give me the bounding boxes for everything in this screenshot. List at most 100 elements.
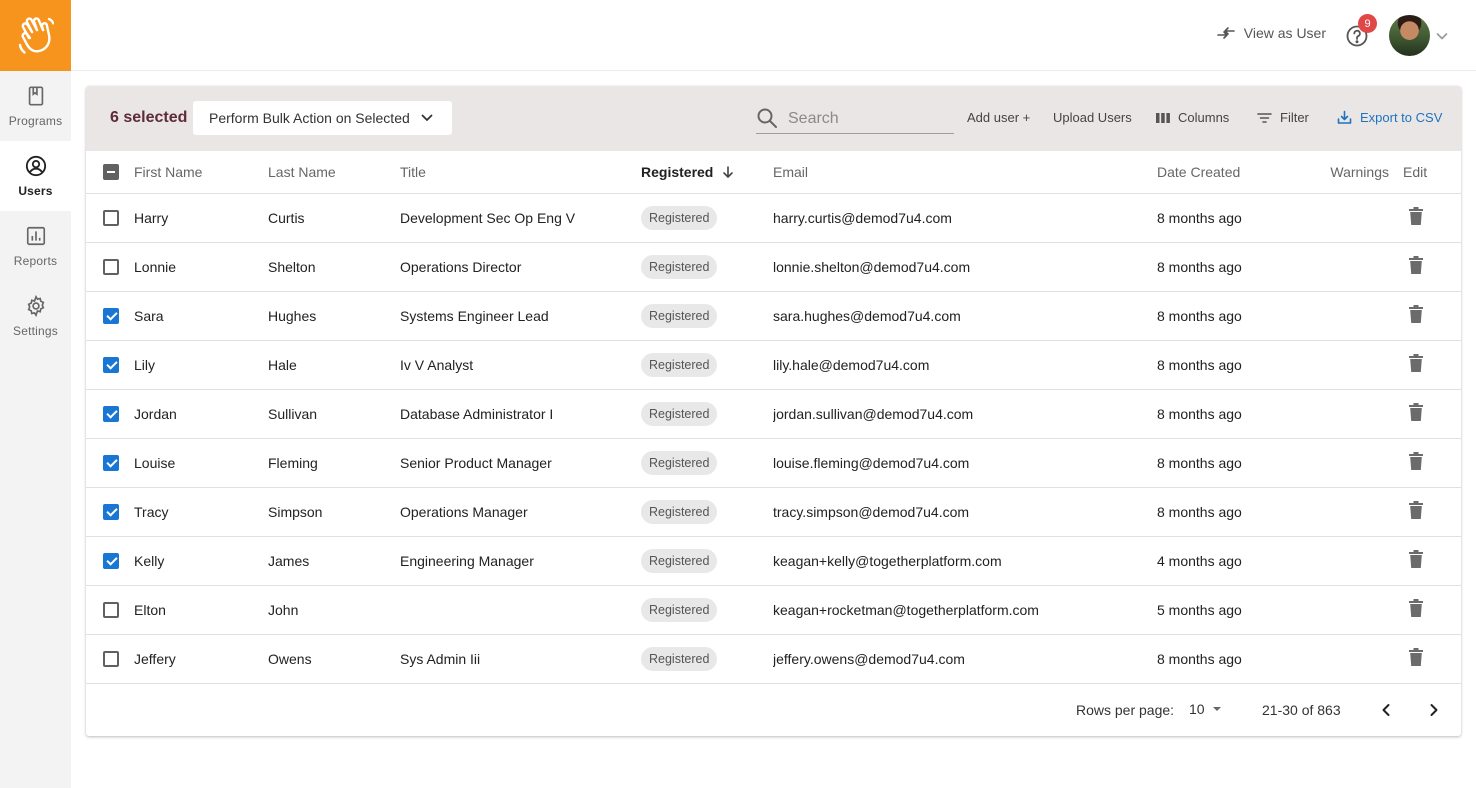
status-badge: Registered — [641, 597, 718, 622]
sidebar-item-users[interactable]: Users — [0, 141, 71, 211]
cell-date-created: 8 months ago — [1157, 634, 1309, 684]
row-select-cell — [86, 585, 134, 635]
help-button[interactable]: 9 — [1345, 14, 1377, 48]
row-checkbox[interactable] — [103, 308, 119, 325]
row-checkbox[interactable] — [103, 406, 119, 423]
row-checkbox[interactable] — [103, 504, 119, 521]
rows-per-page-value: 10 — [1189, 700, 1205, 717]
row-checkbox[interactable] — [103, 259, 119, 276]
cell-last-name: James — [268, 536, 400, 586]
cell-title: Engineering Manager — [400, 536, 641, 586]
row-checkbox[interactable] — [103, 357, 119, 374]
selected-count: 6 selected — [110, 109, 188, 126]
cell-edit — [1393, 242, 1461, 292]
column-header-title[interactable]: Title — [400, 151, 641, 194]
table-row[interactable]: Harry Curtis Development Sec Op Eng V Regis… — [86, 193, 1461, 243]
export-csv-button[interactable]: Export to CSV — [1337, 110, 1442, 125]
filter-label: Filter — [1280, 110, 1309, 125]
column-header-registered[interactable]: Registered — [641, 151, 773, 194]
trash-icon[interactable] — [1409, 256, 1423, 277]
table-row[interactable]: Elton John Registered keagan+rocketman@toge… — [86, 585, 1461, 635]
pagination-range: 21-30 of 863 — [1262, 701, 1341, 718]
add-user-button[interactable]: Add user + — [967, 110, 1030, 125]
cell-date-created: 8 months ago — [1157, 438, 1309, 488]
table-row[interactable]: Jordan Sullivan Database Administrator I Re… — [86, 389, 1461, 439]
cell-warnings — [1309, 291, 1393, 341]
table-row[interactable]: Lily Hale Iv V Analyst Registered lily.hale@… — [86, 340, 1461, 390]
trash-icon[interactable] — [1409, 550, 1423, 571]
cell-registered: Registered — [641, 193, 773, 243]
cell-edit — [1393, 389, 1461, 439]
cell-last-name: Sullivan — [268, 389, 400, 439]
row-checkbox[interactable] — [103, 602, 119, 619]
status-badge: Registered — [641, 205, 718, 230]
column-header-warnings: Warnings — [1309, 151, 1393, 194]
table-row[interactable]: Louise Fleming Senior Product Manager Regis… — [86, 438, 1461, 488]
table-row[interactable]: Jeffery Owens Sys Admin Iii Registered jeffe… — [86, 634, 1461, 684]
column-header-date-created[interactable]: Date Created — [1157, 151, 1309, 194]
row-checkbox[interactable] — [103, 553, 119, 570]
cell-warnings — [1309, 438, 1393, 488]
table-row[interactable]: Sara Hughes Systems Engineer Lead Registere… — [86, 291, 1461, 341]
row-select-cell — [86, 438, 134, 488]
table-row[interactable]: Lonnie Shelton Operations Director Register… — [86, 242, 1461, 292]
cell-last-name: Owens — [268, 634, 400, 684]
filter-button[interactable]: Filter — [1257, 110, 1309, 125]
cell-email: jordan.sullivan@demod7u4.com — [773, 389, 1157, 439]
cell-first-name: Lonnie — [134, 242, 268, 292]
cell-email: sara.hughes@demod7u4.com — [773, 291, 1157, 341]
column-header-email[interactable]: Email — [773, 151, 1157, 194]
cell-edit — [1393, 340, 1461, 390]
table-row[interactable]: Tracy Simpson Operations Manager Registered… — [86, 487, 1461, 537]
sidebar-item-reports[interactable]: Reports — [0, 211, 71, 281]
cell-last-name: Hale — [268, 340, 400, 390]
row-checkbox[interactable] — [103, 455, 119, 472]
logo[interactable] — [0, 0, 71, 71]
trash-icon[interactable] — [1409, 599, 1423, 620]
table-row[interactable]: Kelly James Engineering Manager Registered k… — [86, 536, 1461, 586]
select-all-checkbox[interactable] — [103, 164, 119, 181]
cell-date-created: 8 months ago — [1157, 291, 1309, 341]
arrow-down-icon — [723, 165, 734, 178]
trash-icon[interactable] — [1409, 452, 1423, 473]
top-bar: View as User 9 — [71, 0, 1476, 71]
column-header-last-name[interactable]: Last Name — [268, 151, 400, 194]
search-input[interactable] — [788, 106, 952, 132]
cell-date-created: 8 months ago — [1157, 389, 1309, 439]
row-checkbox[interactable] — [103, 651, 119, 668]
rows-per-page-select[interactable]: 10 — [1189, 701, 1223, 717]
cell-registered: Registered — [641, 634, 773, 684]
trash-icon[interactable] — [1409, 354, 1423, 375]
sidebar-item-programs[interactable]: Programs — [0, 71, 71, 141]
row-checkbox[interactable] — [103, 210, 119, 227]
cell-first-name: Kelly — [134, 536, 268, 586]
sidebar-item-settings[interactable]: Settings — [0, 281, 71, 351]
cell-registered: Registered — [641, 585, 773, 635]
trash-icon[interactable] — [1409, 207, 1423, 228]
trash-icon[interactable] — [1409, 403, 1423, 424]
cell-title: Senior Product Manager — [400, 438, 641, 488]
cell-date-created: 8 months ago — [1157, 242, 1309, 292]
trash-icon[interactable] — [1409, 305, 1423, 326]
trash-icon[interactable] — [1409, 501, 1423, 522]
gear-icon — [27, 294, 44, 317]
columns-button[interactable]: Columns — [1156, 110, 1229, 125]
trash-icon[interactable] — [1409, 648, 1423, 669]
cell-registered: Registered — [641, 536, 773, 586]
previous-page-button[interactable] — [1374, 698, 1398, 722]
column-header-first-name[interactable]: First Name — [134, 151, 268, 194]
view-as-user-button[interactable]: View as User — [1216, 25, 1326, 41]
cell-first-name: Tracy — [134, 487, 268, 537]
cell-last-name: John — [268, 585, 400, 635]
status-badge: Registered — [641, 646, 718, 671]
bulk-action-select[interactable]: Perform Bulk Action on Selected — [193, 101, 452, 135]
pagination: Rows per page: 10 21-30 of 863 — [86, 684, 1461, 736]
columns-label: Columns — [1178, 110, 1230, 125]
next-page-button[interactable] — [1422, 698, 1446, 722]
upload-users-button[interactable]: Upload Users — [1053, 110, 1132, 125]
chevron-down-icon[interactable] — [1435, 29, 1449, 43]
cell-last-name: Hughes — [268, 291, 400, 341]
avatar[interactable] — [1389, 15, 1430, 56]
table-body: Harry Curtis Development Sec Op Eng V Regis… — [86, 193, 1461, 684]
cell-email: keagan+kelly@togetherplatform.com — [773, 536, 1157, 586]
